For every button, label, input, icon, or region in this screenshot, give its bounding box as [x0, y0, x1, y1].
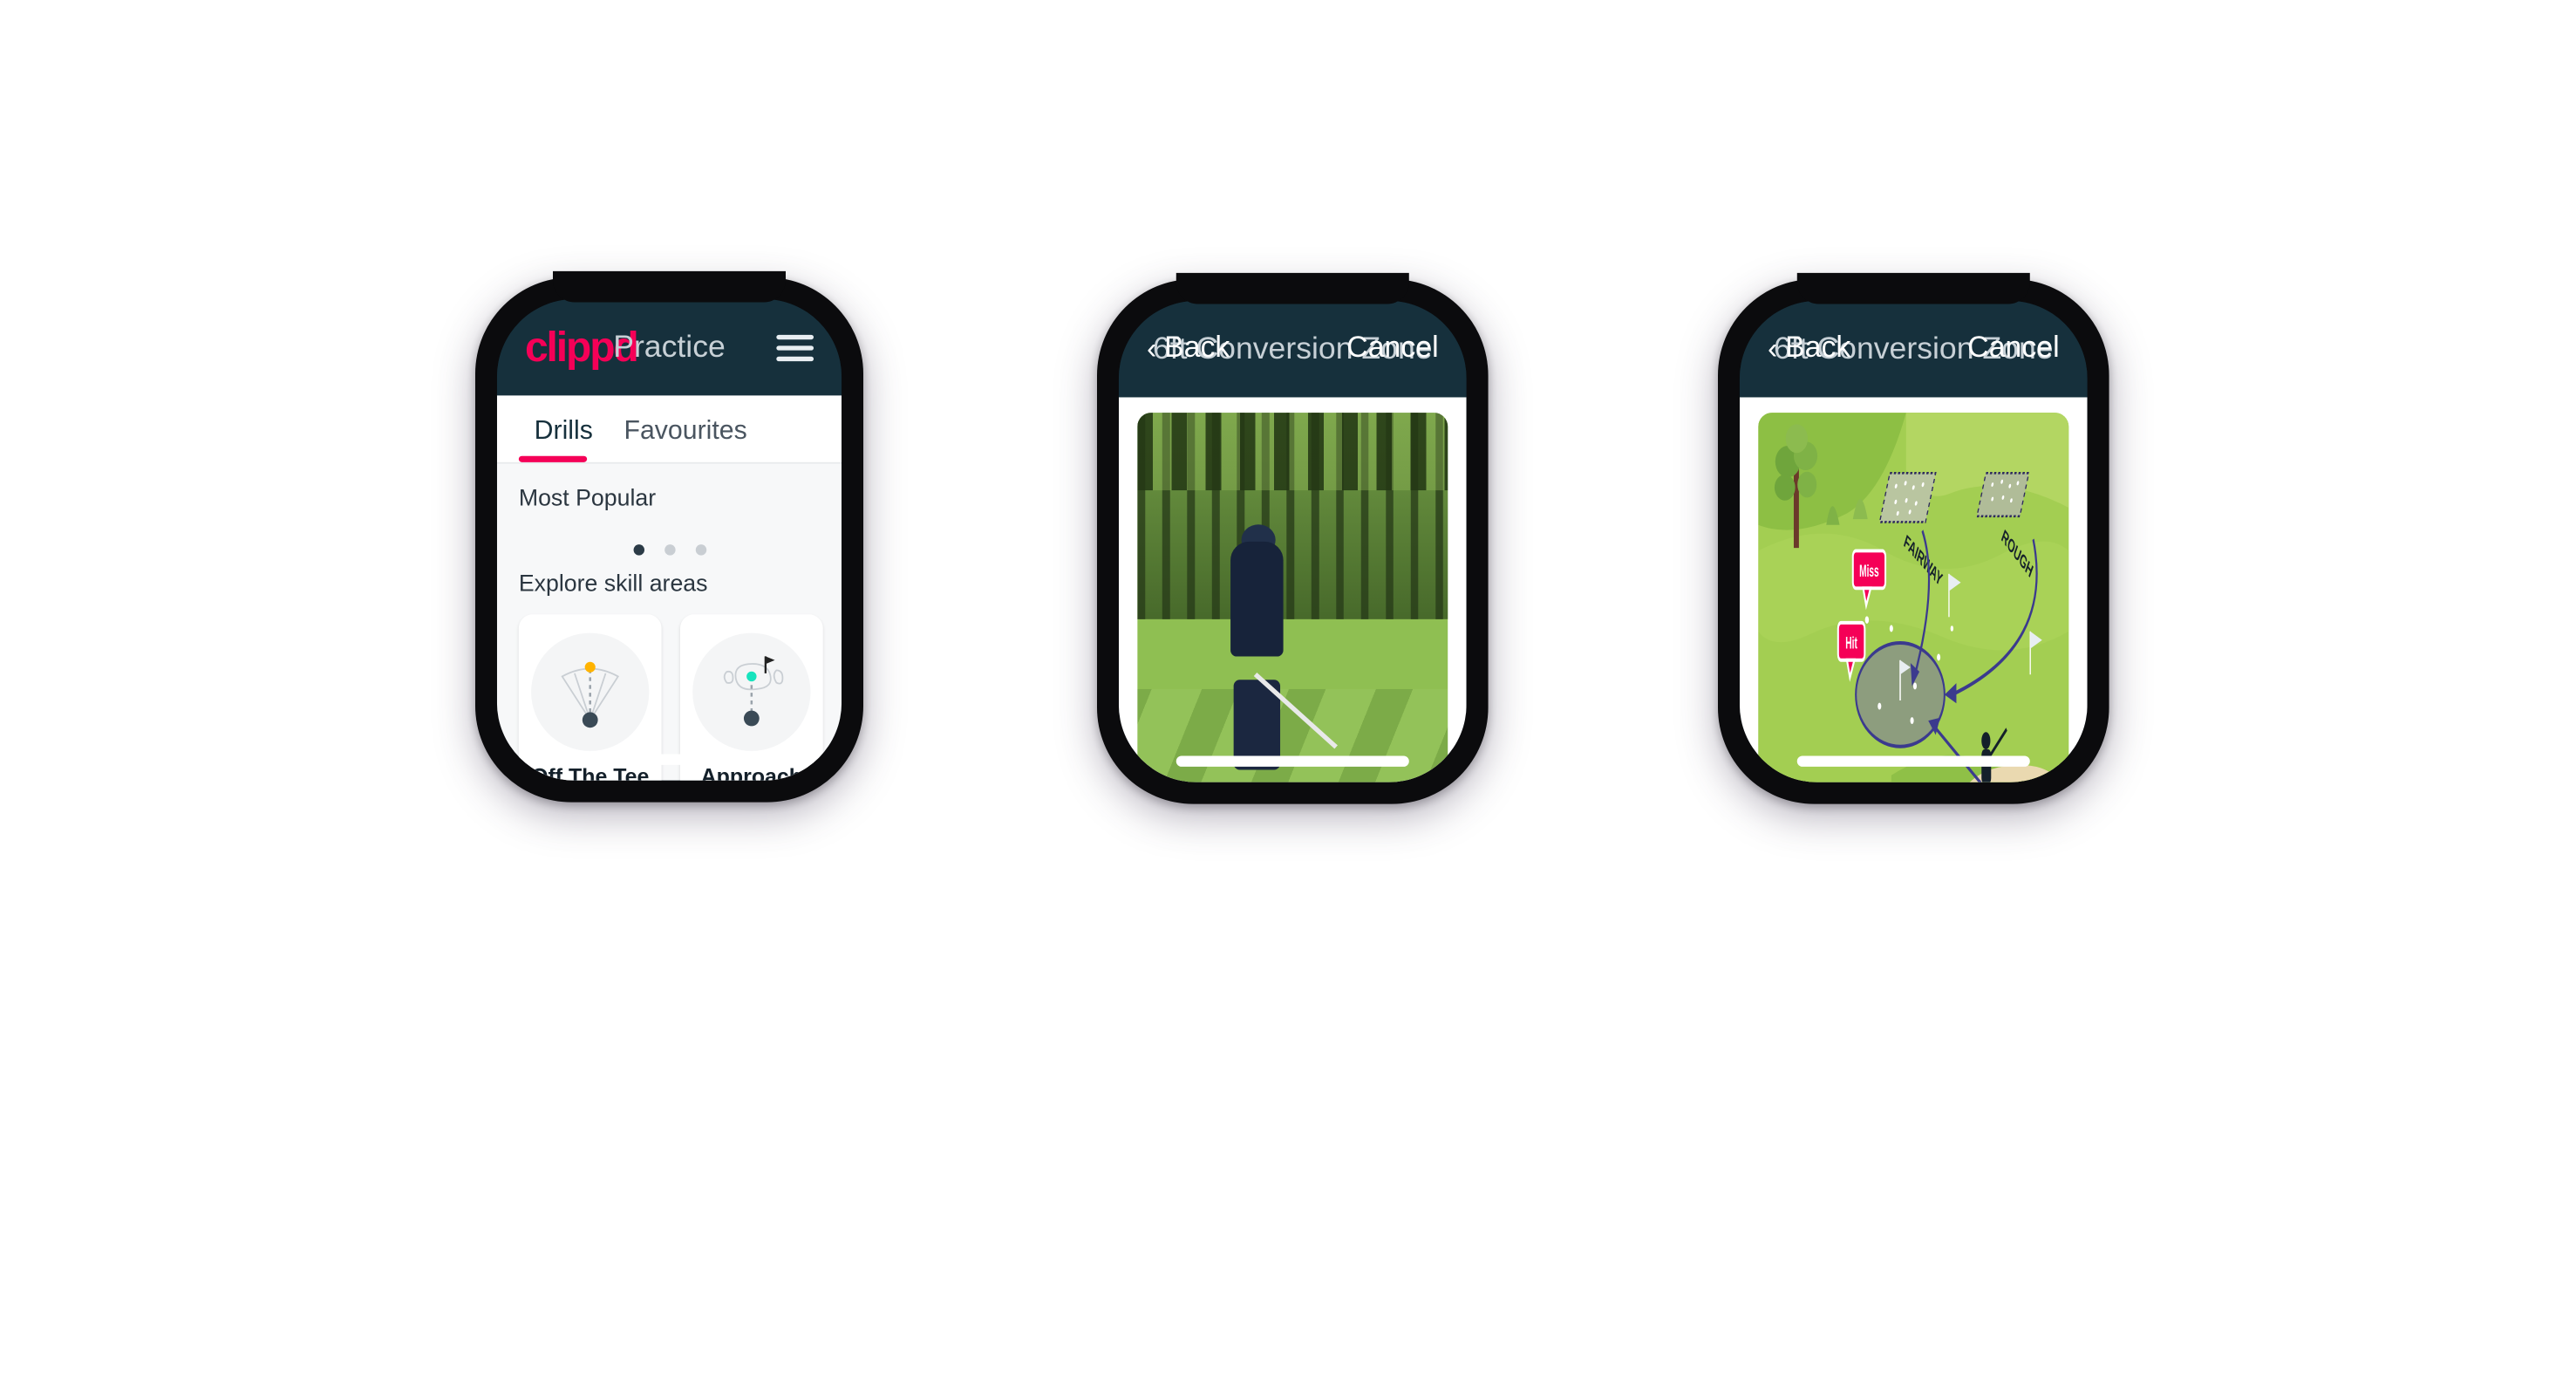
tee-dispersion-icon [531, 632, 650, 751]
section-most-popular-label: Most Popular [518, 485, 657, 512]
phone2-content: 6ft Conversion Zone 10-50 yds ☆ 20 shots… [1118, 397, 1467, 782]
phone-notch [553, 270, 786, 303]
phone1-content: Drills Favourites Most Popular Explore s… [496, 395, 842, 781]
phone1-navbar: clippd Practice [496, 298, 842, 396]
tab-favourites-label: Favourites [624, 415, 747, 446]
skill-name: Approach [700, 763, 802, 781]
cancel-button[interactable]: Cancel [1967, 332, 2059, 366]
back-button[interactable]: ‹ Back [1768, 332, 1850, 366]
chevron-left-icon: ‹ [1767, 332, 1778, 366]
course-diagram-illustration[interactable]: FAIRWAY ROUGH SAND Miss Hit [1758, 413, 2069, 782]
phone-notch [1796, 272, 2030, 304]
svg-text:Hit: Hit [1845, 634, 1857, 653]
golfer-chipping-photo[interactable] [1137, 413, 1448, 782]
tab-drills-label: Drills [534, 415, 593, 446]
tab-bar: Drills Favourites [496, 395, 842, 464]
home-indicator [1176, 755, 1409, 767]
home-indicator [553, 754, 786, 765]
phone-drill-detail-photo: ‹ Back 6ft Conversion Zone Cancel [1097, 272, 1489, 804]
back-label: Back [1164, 331, 1230, 365]
approach-green-icon [692, 632, 811, 751]
hamburger-icon[interactable] [776, 333, 814, 361]
cancel-button[interactable]: Cancel [1346, 332, 1438, 366]
home-indicator [1796, 755, 2030, 767]
carousel-dot[interactable] [664, 544, 675, 556]
phone3-content: FAIRWAY ROUGH SAND Miss Hit [1739, 397, 2088, 782]
phone3-navbar: ‹ Back 6ft Conversion Zone Cancel [1739, 300, 2088, 398]
chevron-left-icon: ‹ [1146, 332, 1157, 366]
carousel-dot[interactable] [694, 544, 706, 556]
svg-text:Miss: Miss [1859, 563, 1879, 581]
carousel-dots[interactable] [497, 523, 842, 562]
carousel-dot[interactable] [632, 544, 644, 556]
media-carousel[interactable] [1118, 397, 1467, 782]
tab-drills[interactable]: Drills [518, 395, 609, 462]
back-button[interactable]: ‹ Back [1147, 332, 1230, 366]
phone-practice-list: clippd Practice Drills Favourites Most P… [475, 270, 863, 803]
phone-notch [1176, 272, 1409, 304]
media-carousel[interactable]: FAIRWAY ROUGH SAND Miss Hit [1739, 397, 2088, 782]
tab-favourites[interactable]: Favourites [609, 395, 763, 462]
section-skills-label: Explore skill areas [518, 571, 708, 598]
skill-name: Off The Tee [531, 763, 650, 781]
back-label: Back [1785, 331, 1851, 365]
phone-drill-detail-diagram: ‹ Back 6ft Conversion Zone Cancel FAIRWA… [1718, 272, 2109, 804]
phone2-navbar: ‹ Back 6ft Conversion Zone Cancel [1118, 300, 1467, 398]
clippd-logo[interactable]: clippd [525, 324, 639, 372]
screenshot-canvas: clippd Practice Drills Favourites Most P… [0, 0, 2576, 1387]
